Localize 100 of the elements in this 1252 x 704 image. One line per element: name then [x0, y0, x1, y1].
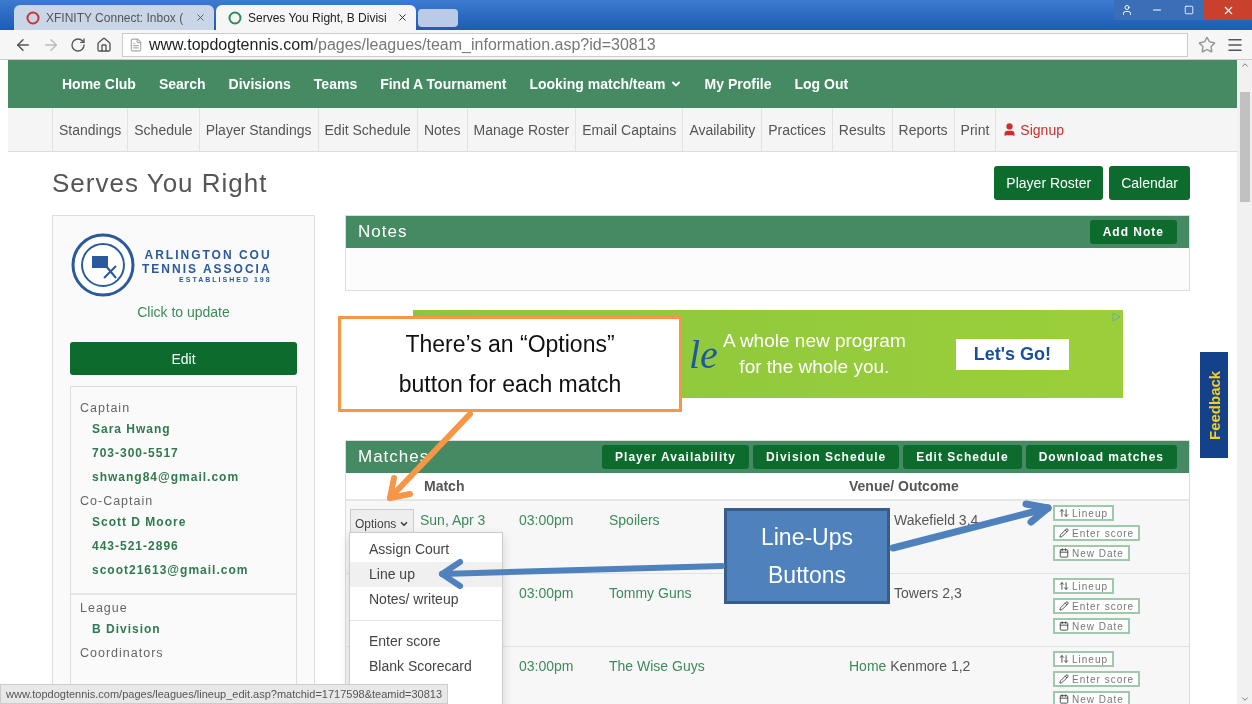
star-icon[interactable]: [1198, 35, 1216, 54]
callout-tooltip: There’s an “Options” button for each match: [338, 316, 682, 412]
section-heading: Coordinators: [80, 646, 165, 661]
matches-button[interactable]: Division Schedule: [752, 445, 900, 469]
subnav-link[interactable]: Results: [831, 108, 892, 151]
menu-item[interactable]: Notes/ writeup: [350, 587, 502, 612]
ad-cta-button[interactable]: Let's Go!: [955, 338, 1069, 370]
subnav-link[interactable]: Schedule: [127, 108, 199, 151]
subnav-link[interactable]: Signup: [995, 108, 1070, 151]
matches-button[interactable]: Edit Schedule: [903, 445, 1022, 469]
contact-value: Scott D Moore: [92, 515, 188, 529]
home-icon[interactable]: [96, 36, 112, 53]
nav-link[interactable]: Find A Tournament: [380, 76, 507, 92]
pencil-icon: [1059, 528, 1069, 538]
header-button[interactable]: Calendar: [1109, 166, 1190, 200]
globe-icon: [228, 10, 242, 25]
calendar-icon: [1059, 694, 1069, 704]
maximize-button[interactable]: [1174, 0, 1204, 20]
reload-icon[interactable]: [70, 36, 86, 53]
maximize-icon: [1184, 5, 1194, 15]
feedback-tab[interactable]: Feedback: [1200, 352, 1228, 458]
ad-choices-icon[interactable]: [1111, 312, 1121, 322]
action-button[interactable]: Lineup: [1053, 505, 1115, 521]
panel-title: Matches: [358, 447, 431, 467]
subnav-link[interactable]: Print: [953, 108, 996, 151]
column-header: Venue/ Outcome: [849, 478, 959, 494]
add-note-button[interactable]: Add Note: [1089, 220, 1177, 244]
matches-button[interactable]: Player Availability: [602, 445, 749, 469]
ad-logo: le: [689, 330, 718, 378]
nav-link[interactable]: Log Out: [794, 76, 849, 92]
subnav-link[interactable]: Edit Schedule: [317, 108, 417, 151]
action-button[interactable]: Enter score: [1053, 525, 1141, 541]
site-icon: [26, 10, 40, 25]
opponent-link[interactable]: The Wise Guys: [609, 658, 705, 674]
pencil-icon: [1059, 674, 1069, 684]
scroll-down-icon[interactable]: [1239, 694, 1250, 704]
nav-link[interactable]: Home Club: [62, 76, 136, 92]
contact-value: 703-300-5517: [92, 446, 180, 460]
user-icon: [1121, 4, 1133, 16]
browser-tab[interactable]: Serves You Right, B Divisi: [216, 5, 416, 30]
match-time: 03:00pm: [519, 658, 574, 674]
profile-button[interactable]: [1114, 0, 1140, 20]
action-button[interactable]: New Date: [1053, 691, 1130, 704]
nav-link[interactable]: Search: [158, 76, 206, 92]
match-time: 03:00pm: [519, 585, 574, 601]
section-heading: League: [80, 601, 129, 616]
action-button[interactable]: New Date: [1053, 618, 1130, 634]
column-header: Match: [424, 478, 465, 494]
header-button[interactable]: Player Roster: [994, 166, 1104, 200]
person-icon: [1002, 122, 1018, 137]
browser-tab[interactable]: XFINITY Connect: Inbox (: [14, 5, 214, 30]
action-button[interactable]: New Date: [1053, 545, 1130, 561]
menu-item[interactable]: Assign Court: [350, 537, 502, 562]
match-date: Sun, Apr 3: [420, 512, 486, 528]
logo-text: TENNIS ASSOCIA: [142, 261, 272, 276]
subnav-link[interactable]: Notes: [416, 108, 467, 151]
status-url: www.topdogtennis.com/pages/leagues/lineup_edit.asp?matchid=1717598&teamid=30813: [0, 684, 449, 704]
matches-button[interactable]: Download matches: [1025, 445, 1177, 469]
contact-value: shwang84@gmail.com: [92, 470, 241, 484]
action-button[interactable]: Lineup: [1053, 578, 1115, 594]
panel-title: Notes: [358, 222, 409, 242]
nav-link[interactable]: Teams: [313, 76, 358, 92]
pencil-icon: [1059, 601, 1069, 611]
menu-item[interactable]: Enter score: [350, 629, 502, 654]
match-time: 03:00pm: [519, 512, 574, 528]
subnav-link[interactable]: Practices: [761, 108, 832, 151]
sort-icon: [1059, 654, 1069, 664]
subnav-link[interactable]: Player Standings: [198, 108, 318, 151]
page-icon: [129, 37, 143, 52]
action-button[interactable]: Enter score: [1053, 671, 1141, 687]
subnav-link[interactable]: Availability: [682, 108, 762, 151]
logo-text: ARLINGTON COU: [144, 247, 272, 262]
action-button[interactable]: Lineup: [1053, 651, 1115, 667]
venue-side: Home: [849, 658, 887, 674]
subnav-link[interactable]: Standings: [52, 108, 128, 151]
venue-text: Towers 2,3: [894, 585, 962, 601]
update-link[interactable]: Click to update: [137, 304, 230, 320]
nav-link[interactable]: Looking match/team: [529, 76, 682, 92]
opponent-link[interactable]: Tommy Guns: [609, 585, 692, 601]
ad-subline: for the whole you.: [738, 355, 891, 379]
subnav-link[interactable]: Reports: [891, 108, 954, 151]
scroll-thumb[interactable]: [1239, 92, 1250, 202]
action-button[interactable]: Enter score: [1053, 598, 1141, 614]
menu-item[interactable]: Blank Scorecard: [350, 654, 502, 679]
edit-button[interactable]: Edit: [70, 342, 297, 375]
section-heading: Co-Captain: [80, 494, 155, 509]
calendar-icon: [1059, 548, 1069, 558]
nav-link[interactable]: Divisions: [228, 76, 291, 92]
close-button[interactable]: [1204, 0, 1252, 20]
scroll-up-icon[interactable]: [1239, 60, 1250, 70]
section-heading: Captain: [80, 401, 132, 416]
opponent-link[interactable]: Spoilers: [609, 512, 660, 528]
subnav-link[interactable]: Email Captains: [575, 108, 683, 151]
subnav-link[interactable]: Manage Roster: [466, 108, 576, 151]
sort-icon: [1059, 581, 1069, 591]
close-icon[interactable]: [397, 12, 408, 23]
contact-value: Sara Hwang: [92, 422, 172, 436]
scrollbar[interactable]: [1237, 60, 1252, 704]
nav-link[interactable]: My Profile: [704, 76, 772, 92]
address-field[interactable]: www.topdogtennis.com/pages/leagues/team_information.asp?id=30813: [122, 32, 1188, 57]
